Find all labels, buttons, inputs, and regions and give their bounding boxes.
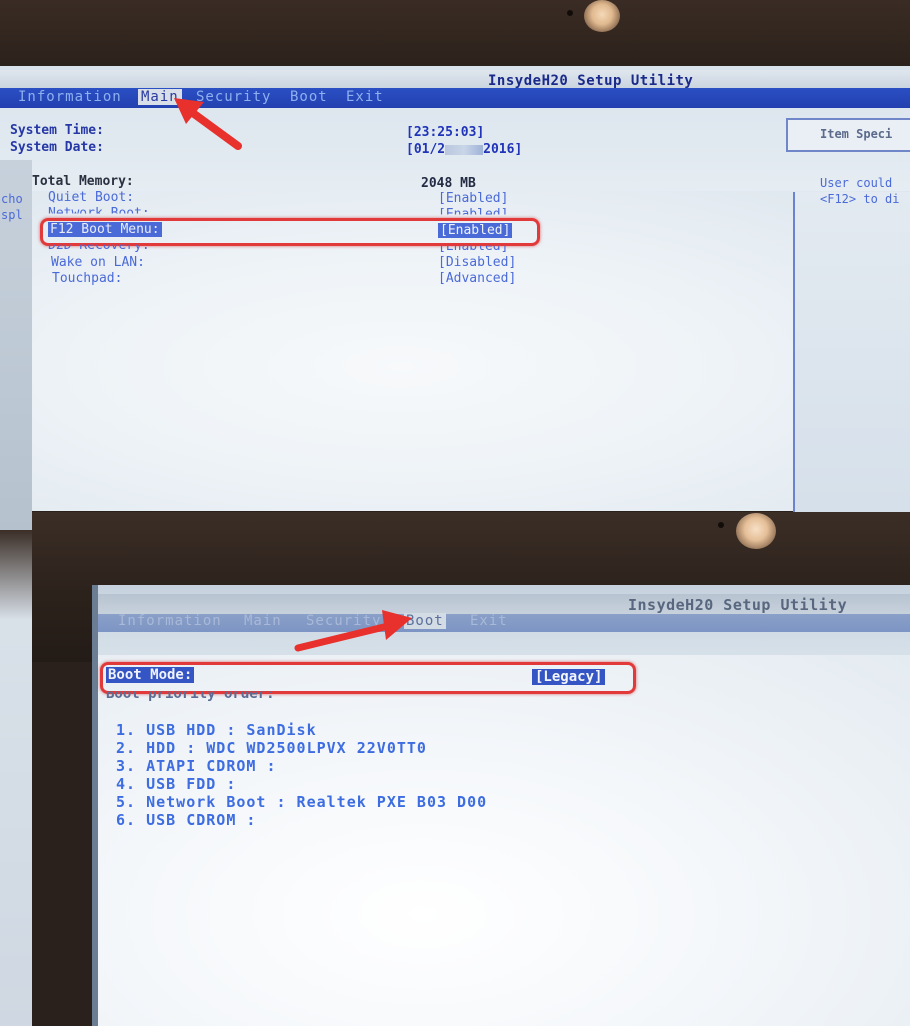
- boot-order-item-6[interactable]: 6. USB CDROM :: [116, 811, 256, 829]
- webcam-sensor-icon: [567, 10, 573, 16]
- top-tab-boot[interactable]: Boot: [290, 89, 328, 105]
- help-text-line-1: User could: [820, 176, 893, 190]
- left-fragment-1: cho: [1, 192, 23, 206]
- bottom-tab-main[interactable]: Main: [244, 613, 282, 629]
- bottom-utility-title: InsydeH20 Setup Utility: [628, 596, 848, 614]
- system-date-label: System Date:: [10, 140, 104, 155]
- top-tab-exit[interactable]: Exit: [346, 89, 384, 105]
- wake-on-lan-value[interactable]: [Disabled]: [438, 255, 516, 270]
- system-date-value[interactable]: [01/2 2016]: [406, 142, 522, 157]
- item-help-panel: [795, 192, 910, 512]
- wake-on-lan-label: Wake on LAN:: [51, 255, 145, 270]
- top-title-bar: [0, 70, 910, 90]
- left-fragment-2: spl: [1, 208, 23, 222]
- top-menu-bar: [0, 88, 910, 108]
- f12-boot-menu-value[interactable]: [Enabled]: [438, 223, 513, 238]
- boot-order-item-1[interactable]: 1. USB HDD : SanDisk: [116, 721, 317, 739]
- webcam-sensor-icon: [718, 522, 724, 528]
- bottom-tab-exit[interactable]: Exit: [470, 613, 508, 629]
- help-text-line-2: <F12> to di: [820, 192, 900, 206]
- touchpad-label: Touchpad:: [52, 271, 123, 286]
- bottom-left-strip: [0, 530, 32, 1026]
- system-date-part: [01/2: [406, 142, 446, 157]
- system-time-value[interactable]: [23:25:03]: [406, 125, 484, 140]
- boot-settings-panel: [98, 655, 910, 1026]
- f12-boot-menu-label[interactable]: F12 Boot Menu:: [48, 222, 162, 237]
- system-time-label: System Time:: [10, 123, 104, 138]
- webcam-icon: [584, 0, 620, 32]
- boot-order-item-2[interactable]: 2. HDD : WDC WD2500LPVX 22V0TT0: [116, 739, 427, 757]
- total-memory-value: 2048 MB: [421, 176, 476, 191]
- system-date-year: 2016]: [483, 142, 523, 157]
- boot-order-item-3[interactable]: 3. ATAPI CDROM :: [116, 757, 277, 775]
- boot-order-item-4[interactable]: 4. USB FDD :: [116, 775, 236, 793]
- boot-mode-label[interactable]: Boot Mode:: [106, 667, 195, 683]
- touchpad-value[interactable]: [Advanced]: [438, 271, 516, 286]
- bottom-tab-information[interactable]: Information: [118, 613, 222, 629]
- system-date-redacted: [445, 144, 484, 155]
- quiet-boot-label: Quiet Boot:: [48, 190, 135, 205]
- total-memory-label: Total Memory:: [32, 174, 134, 189]
- quiet-boot-value[interactable]: [Enabled]: [438, 191, 508, 206]
- help-panel-title: Item Speci: [820, 127, 893, 141]
- boot-order-item-5[interactable]: 5. Network Boot : Realtek PXE B03 D00: [116, 793, 487, 811]
- webcam-icon: [736, 513, 776, 549]
- boot-mode-value[interactable]: [Legacy]: [532, 669, 606, 685]
- red-arrow-icon: [174, 98, 242, 150]
- top-tab-information[interactable]: Information: [18, 89, 122, 105]
- top-utility-title: InsydeH20 Setup Utility: [488, 73, 694, 89]
- red-arrow-icon: [294, 610, 412, 652]
